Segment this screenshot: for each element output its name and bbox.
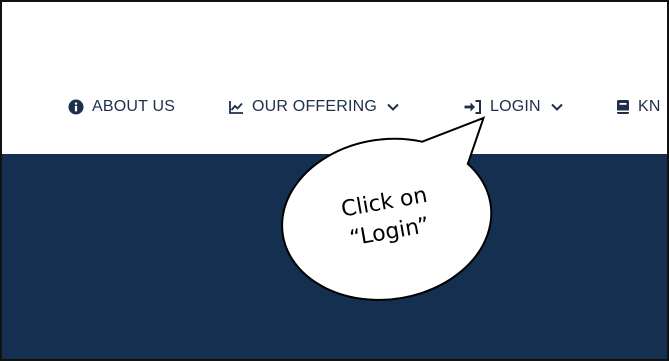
screenshot-frame: ABOUT US OUR OFFERING LOGIN KN Click on … [0, 0, 669, 361]
callout-speech-bubble [281, 116, 493, 301]
